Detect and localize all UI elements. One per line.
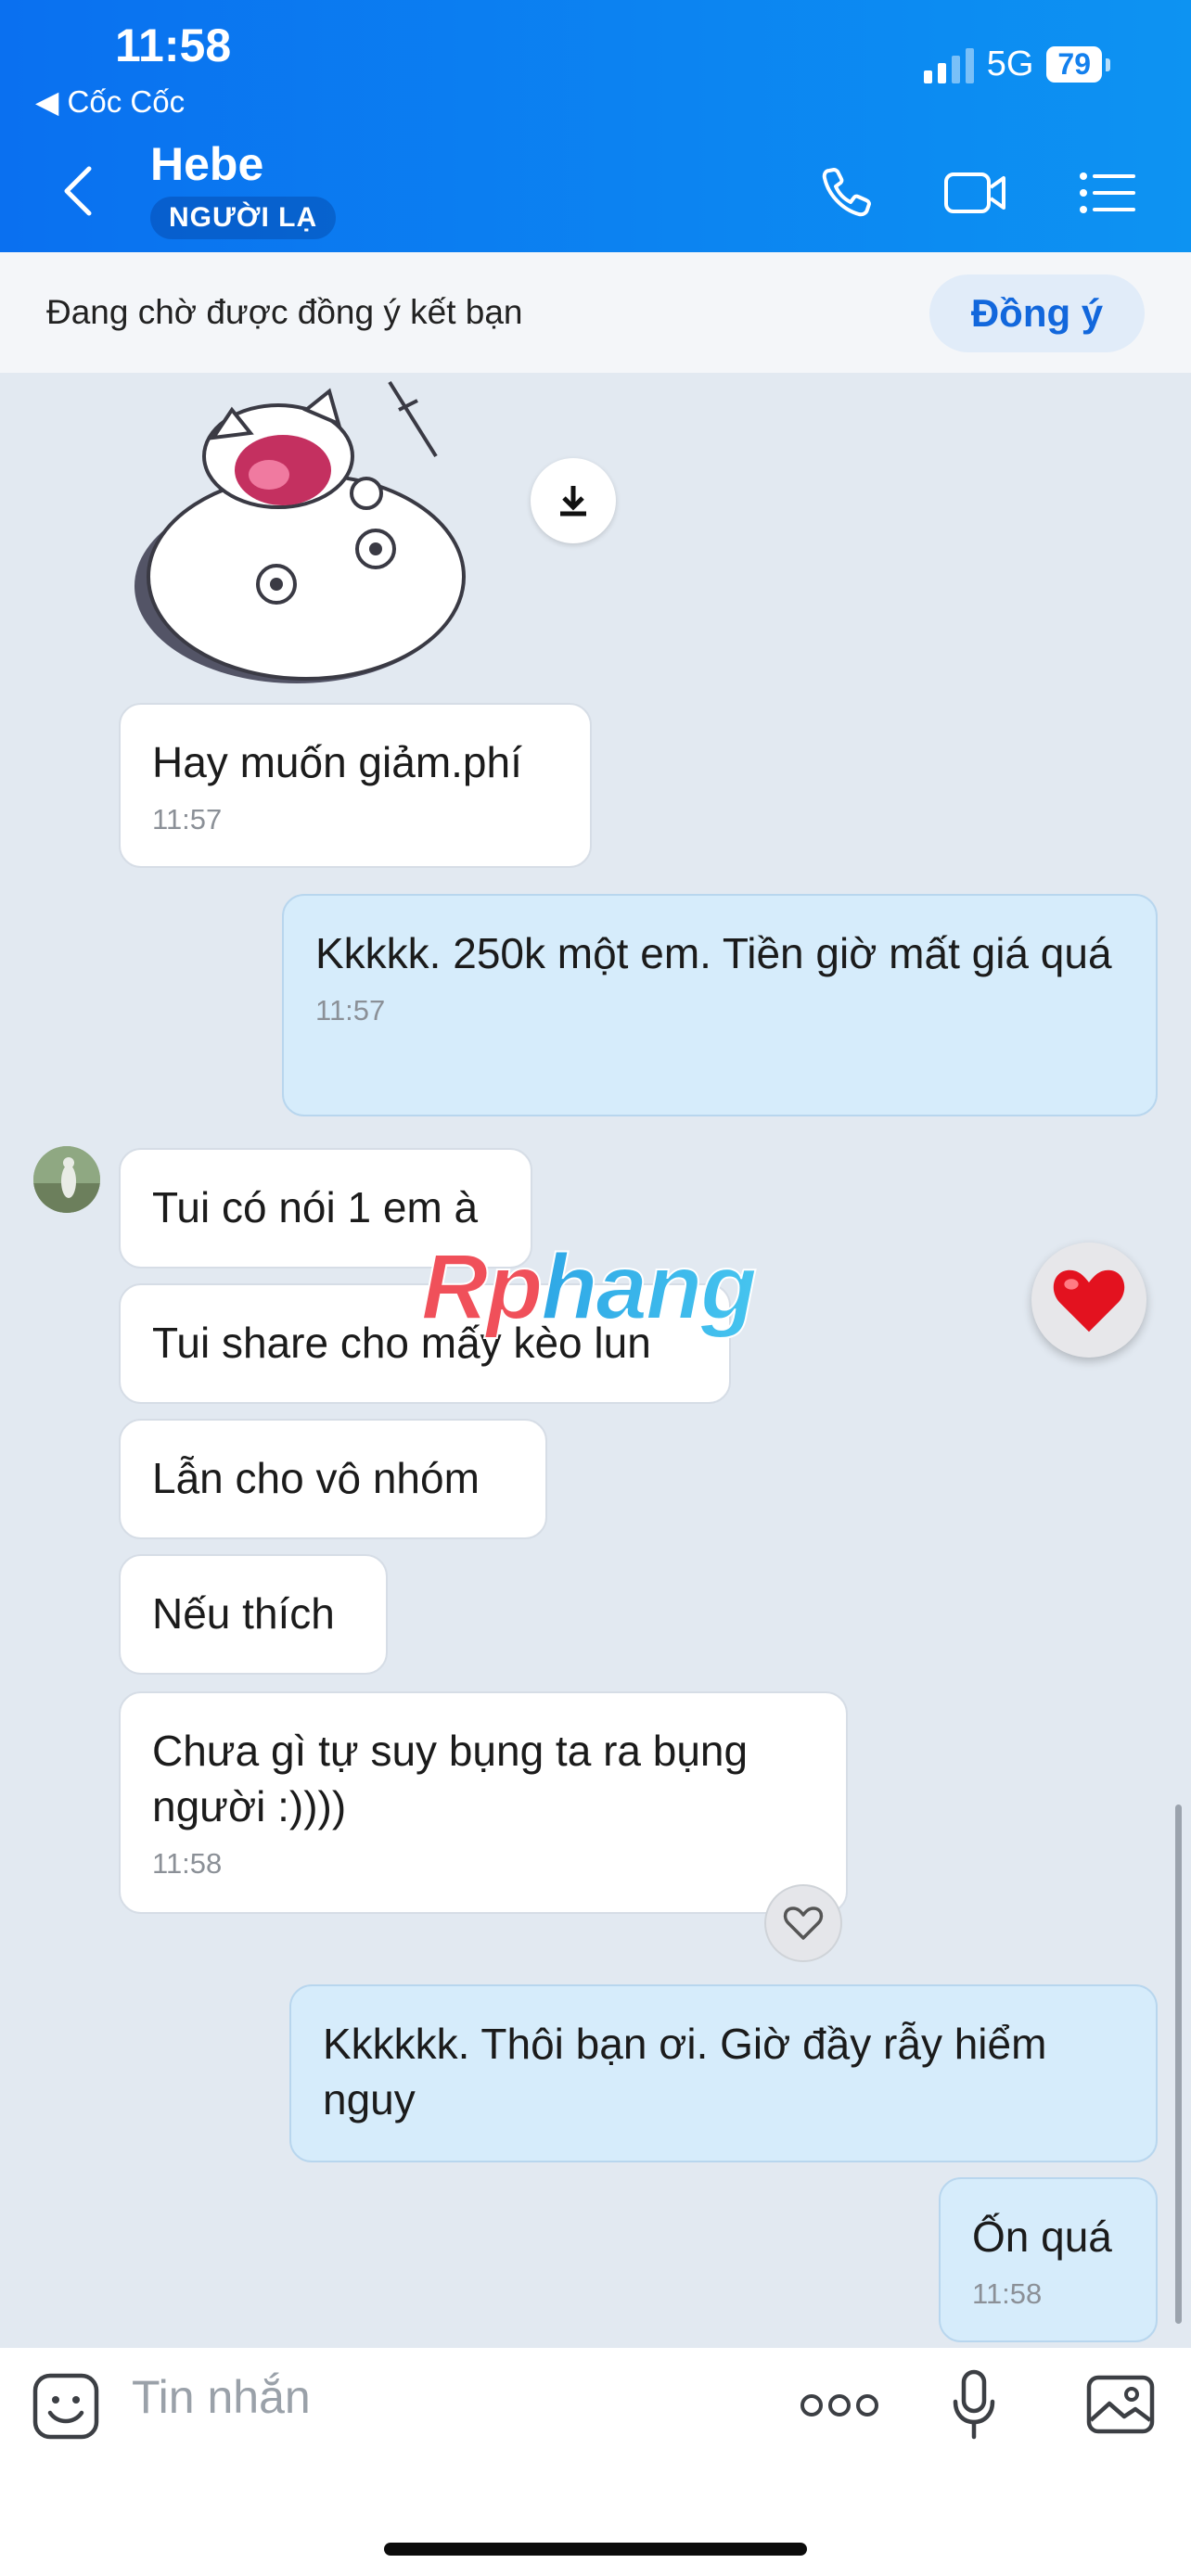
message-time: 11:58 [152,1847,223,1880]
message-text: Nếu thích [152,1589,335,1638]
message-time: 11:58 [972,2277,1043,2310]
status-time: 11:58 [115,19,232,71]
svg-text:Rphang: Rphang [421,1239,756,1339]
message-text: Hay muốn giảm.phí [152,738,522,786]
more-icon[interactable] [800,2391,879,2420]
message-input-bar: Tin nhắn [0,2348,1191,2576]
message-received[interactable]: Chưa gì tự suy bụng ta ra bụng người :))… [119,1691,848,1914]
message-time: 11:57 [315,994,386,1027]
heart-outline-icon [783,1906,824,1940]
contact-name[interactable]: Hebe [150,137,263,191]
download-icon [560,486,586,516]
emoji-icon[interactable] [32,2372,100,2441]
message-text: Tui có nói 1 em à [152,1183,479,1231]
accept-friend-button[interactable]: Đồng ý [929,274,1145,352]
image-icon[interactable] [1085,2374,1156,2435]
network-label: 5G [986,45,1034,83]
download-sticker-button[interactable] [531,458,616,543]
message-received[interactable]: Nếu thích [119,1554,388,1675]
message-sent[interactable]: Kkkkkk. Thôi bạn ơi. Giờ đầy rẫy hiểm ng… [289,1984,1158,2162]
message-received[interactable]: Lẫn cho vô nhóm [119,1419,547,1539]
message-input[interactable]: Tin nhắn [132,2370,311,2424]
pending-friend-text: Đang chờ được đồng ý kết bạn [46,293,523,331]
message-text: Lẫn cho vô nhóm [152,1454,480,1502]
red-heart-icon [1053,1269,1125,1333]
menu-list-icon[interactable] [1076,163,1143,223]
battery-icon: 79 [1046,46,1110,83]
microphone-icon[interactable] [950,2368,998,2442]
message-text: Chưa gì tự suy bụng ta ra bụng người :))… [152,1727,749,1830]
message-time: 11:57 [152,803,223,835]
cat-sticker[interactable] [121,373,473,688]
react-like-button[interactable] [764,1884,842,1962]
status-indicators: 5G 79 [923,45,1110,84]
video-call-icon[interactable] [942,163,1009,223]
watermark-logo: Rphang [417,1234,779,1364]
back-to-app-link[interactable]: ◀ Cốc Cốc [35,83,185,120]
phone-icon[interactable] [816,163,883,223]
back-chevron-icon[interactable] [59,163,96,219]
chat-header: 11:58 ◀ Cốc Cốc 5G 79 Hebe NGƯỜI LẠ [0,0,1191,252]
contact-avatar[interactable] [33,1146,100,1213]
message-sent[interactable]: Ốn quá 11:58 [939,2177,1158,2342]
message-received[interactable]: Hay muốn giảm.phí 11:57 [119,703,592,868]
scrollbar[interactable] [1175,1804,1182,2324]
heart-reaction-button[interactable] [1031,1243,1146,1358]
stranger-badge: NGƯỜI LẠ [150,197,337,239]
home-indicator[interactable] [384,2543,807,2556]
message-text: Kkkkkk. Thôi bạn ơi. Giờ đầy rẫy hiểm ng… [323,2020,1047,2123]
message-text: Ốn quá [972,2213,1112,2261]
message-sent[interactable]: Kkkkk. 250k một em. Tiền giờ mất giá quá… [282,894,1158,1116]
message-text: Kkkkk. 250k một em. Tiền giờ mất giá quá [315,929,1112,977]
friend-request-banner: Đang chờ được đồng ý kết bạn Đồng ý [0,252,1191,373]
signal-icon [923,46,974,83]
